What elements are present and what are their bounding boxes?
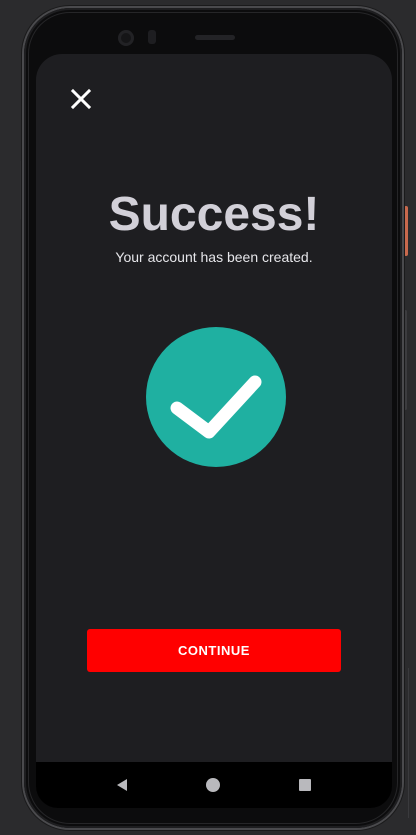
continue-button[interactable]: CONTINUE xyxy=(87,629,341,672)
recents-square-icon[interactable] xyxy=(299,779,311,791)
success-screen: Success! Your account has been created. … xyxy=(36,54,392,762)
edge-divider xyxy=(408,668,416,818)
volume-button xyxy=(404,310,407,410)
success-badge xyxy=(146,327,286,467)
close-button[interactable] xyxy=(66,84,96,114)
side-button-left xyxy=(20,160,23,220)
close-icon xyxy=(70,88,92,110)
device-stage: Success! Your account has been created. … xyxy=(0,0,416,835)
back-triangle-icon xyxy=(117,779,127,791)
front-camera-icon xyxy=(118,30,134,46)
power-button xyxy=(404,206,408,256)
earpiece-speaker xyxy=(195,35,235,40)
sensor-icon xyxy=(148,30,156,44)
checkmark-icon xyxy=(170,375,262,439)
page-title: Success! xyxy=(108,188,320,241)
navigation-bar xyxy=(36,762,392,808)
page-subtitle: Your account has been created. xyxy=(115,249,313,265)
nav-back-button[interactable] xyxy=(114,777,130,793)
home-circle-icon[interactable] xyxy=(206,778,220,792)
